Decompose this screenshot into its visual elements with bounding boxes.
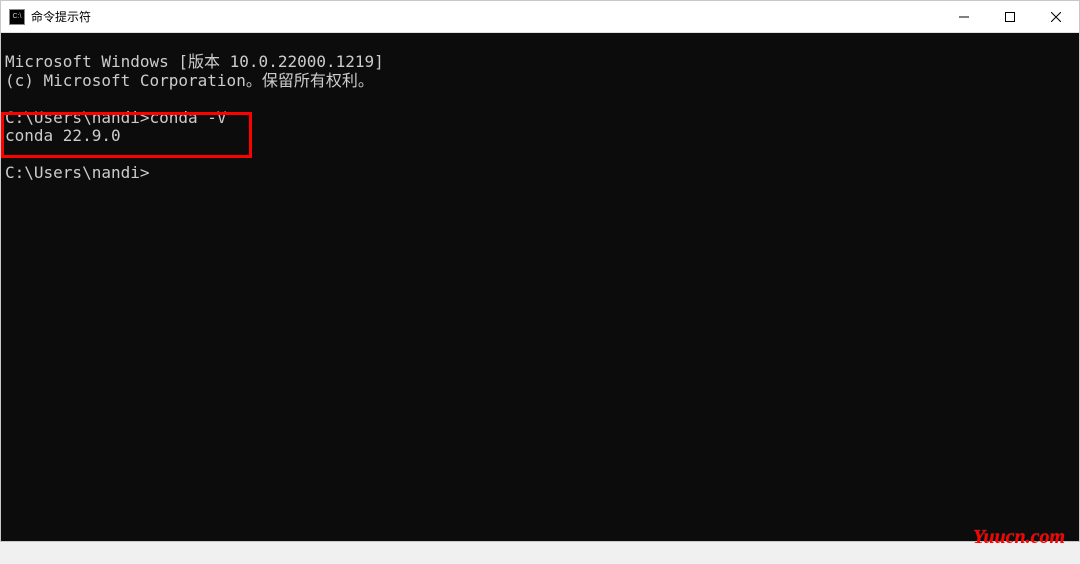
command-prompt-window: C:\ 命令提示符 Microsoft Windows [版本 10.0.220…	[0, 0, 1080, 542]
terminal-line: (c) Microsoft Corporation。保留所有权利。	[5, 71, 374, 90]
minimize-button[interactable]	[941, 1, 987, 32]
terminal-area[interactable]: Microsoft Windows [版本 10.0.22000.1219] (…	[1, 33, 1079, 541]
terminal-output-line: conda 22.9.0	[5, 126, 121, 145]
terminal-prompt-line: C:\Users\nandi>	[5, 163, 150, 182]
close-button[interactable]	[1033, 1, 1079, 32]
watermark-text: Yuucn.com	[973, 526, 1065, 549]
cmd-icon: C:\	[9, 9, 25, 25]
window-titlebar[interactable]: C:\ 命令提示符	[1, 1, 1079, 33]
window-title: 命令提示符	[31, 8, 941, 25]
window-controls	[941, 1, 1079, 32]
terminal-prompt-line: C:\Users\nandi>conda -V	[5, 108, 227, 127]
maximize-button[interactable]	[987, 1, 1033, 32]
terminal-line: Microsoft Windows [版本 10.0.22000.1219]	[5, 52, 384, 71]
